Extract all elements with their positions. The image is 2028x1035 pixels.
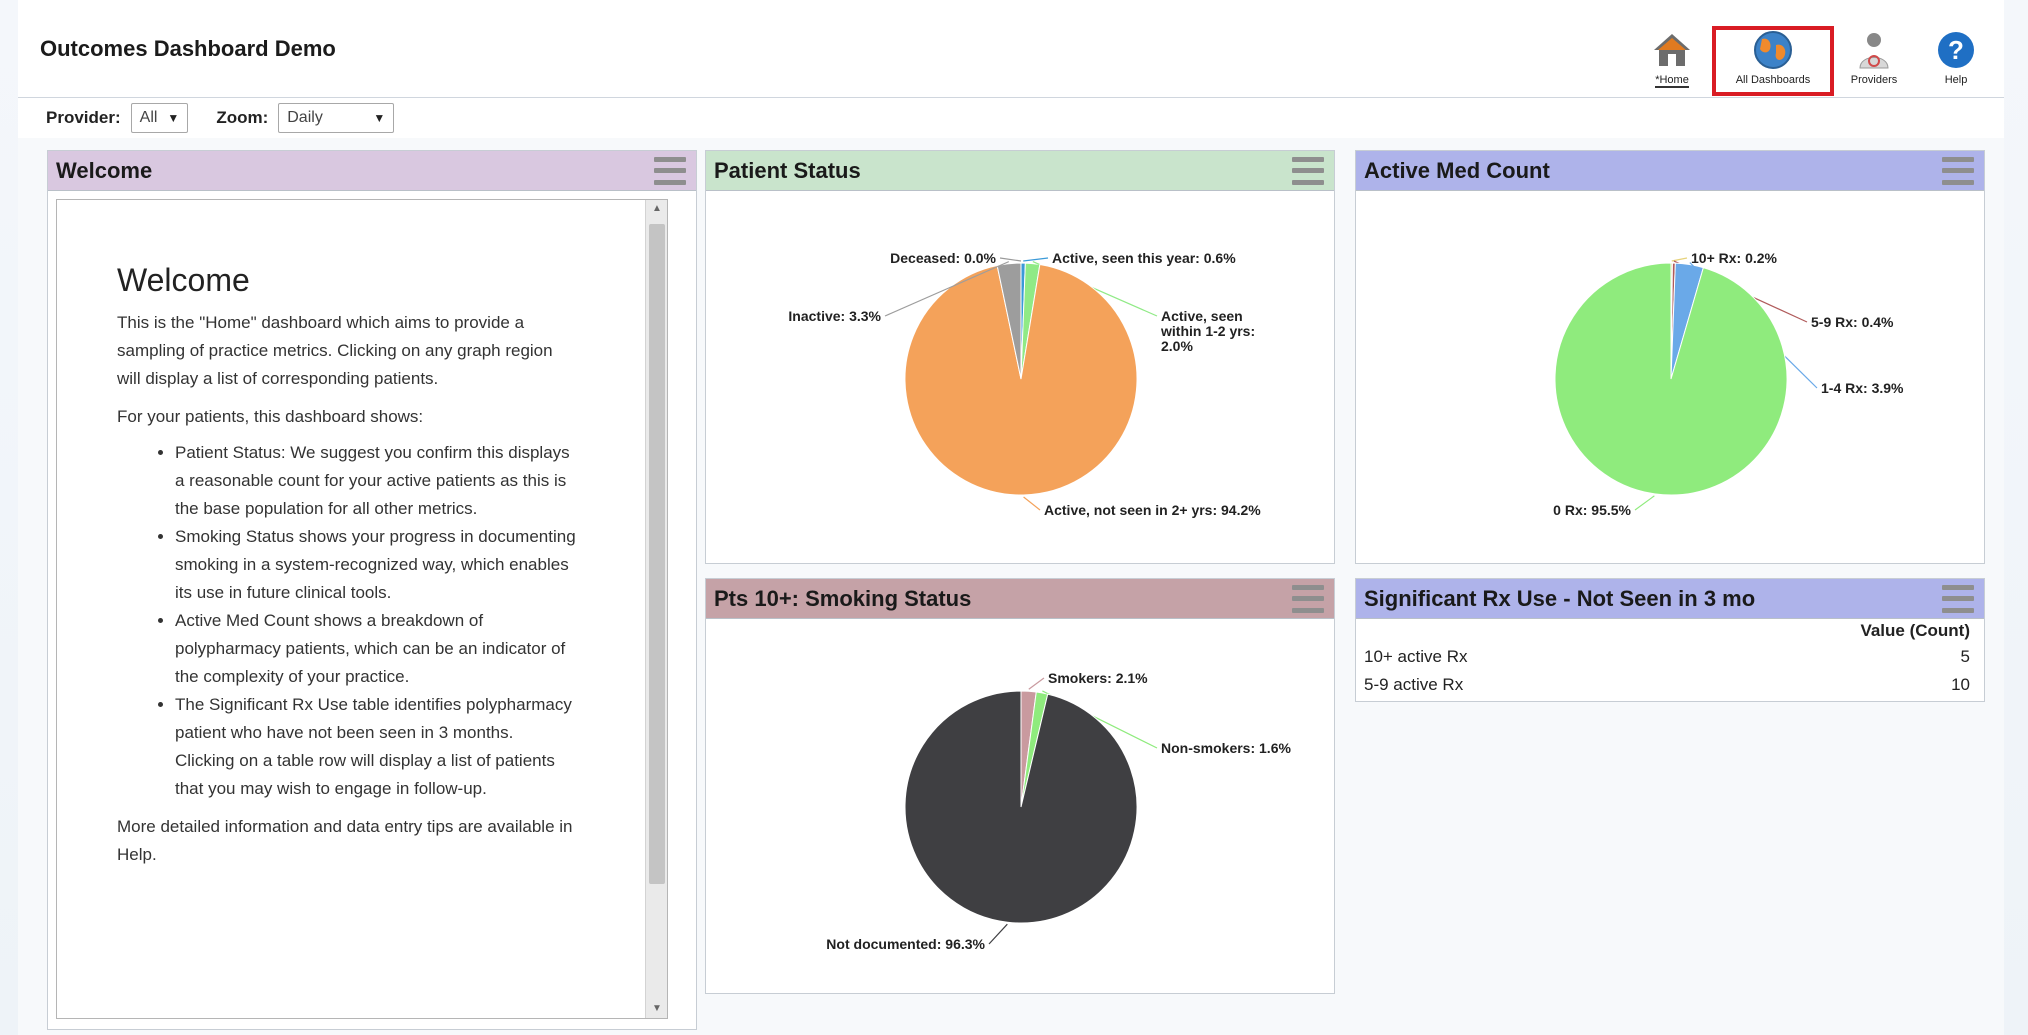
pie-connector	[1023, 257, 1049, 262]
significant-rx-title: Significant Rx Use - Not Seen in 3 mo	[1364, 585, 1756, 611]
pie-label: Non-smokers: 1.6%	[1161, 740, 1291, 756]
zoom-select-value: Daily	[287, 109, 323, 126]
table-row[interactable]: 5-9 active Rx 10	[1356, 671, 1984, 699]
nav-providers-button[interactable]: Providers	[1834, 28, 1914, 94]
welcome-text: This is the "Home" dashboard which aims …	[57, 309, 577, 869]
welcome-intro: This is the "Home" dashboard which aims …	[117, 313, 553, 388]
provider-select[interactable]: All ▼	[130, 103, 189, 133]
table-row[interactable]: 10+ active Rx 5	[1356, 643, 1984, 671]
pie-connector	[1023, 496, 1041, 511]
pie-label: 1-4 Rx: 3.9%	[1821, 380, 1904, 396]
nav-home-label: *Home	[1655, 74, 1689, 88]
patient-status-chart: Active, seen this year: 0.6% Active, seen…	[788, 250, 1261, 518]
welcome-outro: More detailed information and data entry…	[117, 817, 573, 864]
welcome-content: Welcome This is the "Home" dashboard whi…	[56, 199, 668, 1019]
app-header: Outcomes Dashboard Demo *Home All Dashbo…	[18, 0, 2004, 98]
significant-rx-table: Value (Count) 10+ active Rx 5 5-9 active…	[1356, 619, 1984, 699]
pie-connector	[1028, 677, 1045, 690]
nav-home-button[interactable]: *Home	[1632, 28, 1712, 94]
pie-connector	[999, 257, 1022, 262]
patient-status-title: Patient Status	[714, 157, 861, 183]
active-med-count-title: Active Med Count	[1364, 157, 1550, 183]
welcome-panel-header: Welcome	[48, 151, 696, 191]
active-med-count-panel: Active Med Count 10+ Rx: 0.2% 5-9 Rx: 0.4…	[1355, 150, 1985, 564]
svg-text:?: ?	[1948, 35, 1964, 65]
significant-rx-header: Significant Rx Use - Not Seen in 3 mo	[1356, 579, 1984, 619]
scrollbar[interactable]: ▲ ▼	[645, 200, 667, 1018]
nav-help-button[interactable]: ? Help	[1916, 28, 1996, 94]
table-header-value: Value (Count)	[1860, 621, 1970, 640]
scroll-up-icon[interactable]: ▲	[646, 200, 667, 218]
table-header-empty	[1356, 619, 1663, 643]
smoking-status-header: Pts 10+: Smoking Status	[706, 579, 1334, 619]
active-med-count-header: Active Med Count	[1356, 151, 1984, 191]
top-nav: *Home All Dashboards Providers ? Help	[1632, 26, 1996, 96]
pie-label: 0 Rx: 95.5%	[1553, 502, 1631, 518]
help-icon: ?	[1934, 28, 1978, 72]
nav-all-dashboards-button[interactable]: All Dashboards	[1712, 26, 1834, 96]
pie-slice[interactable]	[904, 690, 1138, 924]
pie-label: Inactive: 3.3%	[788, 308, 881, 324]
table-cell-label: 5-9 active Rx	[1364, 675, 1464, 694]
pie-label: Active, seen this year: 0.6%	[1052, 250, 1236, 266]
smoking-status-panel: Pts 10+: Smoking Status Smokers: 2.1% Non…	[705, 578, 1335, 994]
chevron-down-icon: ▼	[373, 111, 386, 125]
pie-label: Deceased: 0.0%	[890, 250, 996, 266]
list-item: Patient Status: We suggest you confirm t…	[175, 439, 577, 523]
table-cell-label: 10+ active Rx	[1364, 647, 1468, 666]
pie-label: 10+ Rx: 0.2%	[1691, 250, 1778, 266]
pie-label: Not documented: 96.3%	[826, 936, 985, 952]
pie-label: Smokers: 2.1%	[1048, 670, 1148, 686]
zoom-select[interactable]: Daily ▼	[278, 103, 395, 133]
chevron-down-icon: ▼	[167, 111, 180, 125]
welcome-heading: Welcome	[117, 262, 250, 298]
nav-providers-label: Providers	[1850, 74, 1898, 86]
app-title: Outcomes Dashboard Demo	[40, 36, 336, 61]
pie-label: Active, seen within 1-2 yrs: 2.0%	[1160, 308, 1255, 354]
welcome-bullet-list: Patient Status: We suggest you confirm t…	[117, 439, 577, 803]
menu-icon[interactable]	[1292, 584, 1324, 613]
welcome-list-intro: For your patients, this dashboard shows:	[117, 407, 424, 426]
significant-rx-panel: Significant Rx Use - Not Seen in 3 mo Va…	[1355, 578, 1985, 702]
welcome-panel: Welcome Welcome This is the "Home" dashb…	[47, 150, 697, 1030]
welcome-panel-title: Welcome	[56, 157, 153, 183]
zoom-label: Zoom:	[216, 108, 269, 127]
smoking-status-chart: Smokers: 2.1% Non-smokers: 1.6% Not docume…	[826, 670, 1291, 952]
list-item: Smoking Status shows your progress in do…	[175, 523, 577, 607]
nav-help-label: Help	[1944, 74, 1968, 86]
doctor-icon	[1852, 28, 1896, 72]
scroll-thumb[interactable]	[649, 224, 665, 884]
table-cell-value: 5	[1960, 647, 1970, 666]
menu-icon[interactable]	[654, 156, 686, 185]
home-icon	[1650, 28, 1694, 72]
table-header-row: Value (Count)	[1356, 619, 1984, 643]
patient-status-panel: Patient Status Active, seen this year: 0…	[705, 150, 1335, 564]
scroll-down-icon[interactable]: ▼	[646, 1000, 667, 1018]
pie-slice[interactable]	[1554, 262, 1788, 496]
list-item: The Significant Rx Use table identifies …	[175, 691, 577, 803]
nav-all-dashboards-label: All Dashboards	[1735, 74, 1811, 86]
globe-icon	[1751, 28, 1795, 72]
pie-connector	[1634, 495, 1655, 511]
pie-connector	[1671, 257, 1688, 262]
menu-icon[interactable]	[1942, 156, 1974, 185]
provider-select-value: All	[139, 109, 158, 126]
smoking-status-title: Pts 10+: Smoking Status	[714, 585, 972, 611]
menu-icon[interactable]	[1942, 584, 1974, 613]
dashboard-content: Welcome Welcome This is the "Home" dashb…	[18, 138, 2004, 1035]
pie-label: 5-9 Rx: 0.4%	[1811, 314, 1894, 330]
filter-toolbar: Provider: All ▼ Zoom: Daily ▼	[18, 98, 2004, 138]
page: Outcomes Dashboard Demo *Home All Dashbo…	[0, 0, 2028, 1035]
pie-connector	[988, 923, 1008, 945]
active-med-count-chart: 10+ Rx: 0.2% 5-9 Rx: 0.4% 1-4 Rx: 3.9% 0 Rx…	[1553, 250, 1904, 518]
menu-icon[interactable]	[1292, 156, 1324, 185]
list-item: Active Med Count shows a breakdown of po…	[175, 607, 577, 691]
pie-label: Active, not seen in 2+ yrs: 94.2%	[1044, 502, 1261, 518]
provider-label: Provider:	[46, 108, 121, 127]
patient-status-header: Patient Status	[706, 151, 1334, 191]
table-cell-value: 10	[1951, 675, 1970, 694]
